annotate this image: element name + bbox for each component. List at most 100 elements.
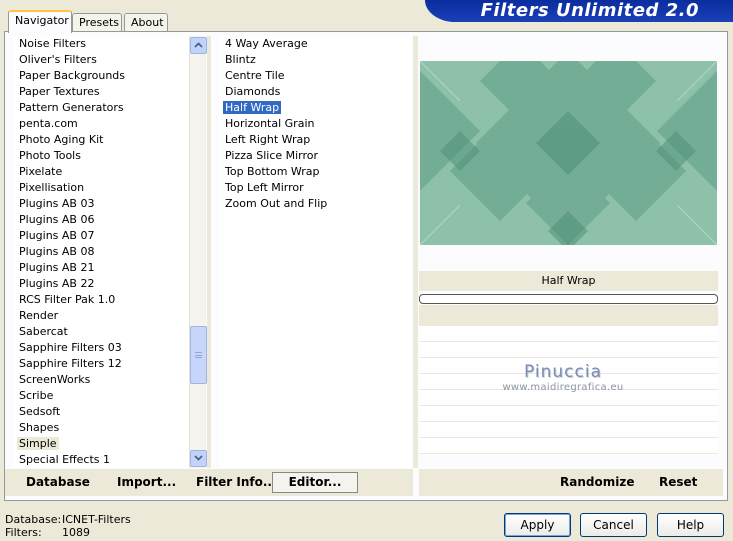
category-scrollbar[interactable] bbox=[189, 36, 207, 468]
list-item[interactable]: Shapes bbox=[13, 420, 189, 436]
list-item-label: Horizontal Grain bbox=[225, 117, 315, 130]
list-item[interactable]: Special Effects 1 bbox=[13, 452, 189, 468]
list-item[interactable]: Photo Aging Kit bbox=[13, 132, 189, 148]
category-list[interactable]: Noise Filters Oliver's Filters Paper Backg… bbox=[13, 36, 189, 468]
list-item-label: 4 Way Average bbox=[225, 37, 308, 50]
list-item[interactable]: Pattern Generators bbox=[13, 100, 189, 116]
filter-list[interactable]: 4 Way Average Blintz Centre Tile Diamonds Ha… bbox=[219, 36, 412, 468]
app-banner: Filters Unlimited 2.0 bbox=[425, 0, 733, 22]
list-item[interactable]: Plugins AB 08 bbox=[13, 244, 189, 260]
list-item-label: penta.com bbox=[19, 117, 78, 130]
parameter-row bbox=[419, 406, 718, 422]
list-item[interactable]: Plugins AB 06 bbox=[13, 212, 189, 228]
list-item-label: Sapphire Filters 03 bbox=[19, 341, 122, 354]
list-item[interactable]: Simple bbox=[13, 436, 189, 452]
list-item-label: Paper Backgrounds bbox=[19, 69, 126, 82]
progress-bar bbox=[419, 294, 718, 304]
list-item-label: Plugins AB 03 bbox=[19, 197, 95, 210]
list-item[interactable]: penta.com bbox=[13, 116, 189, 132]
list-item[interactable]: Render bbox=[13, 308, 189, 324]
list-item-label: Shapes bbox=[19, 421, 60, 434]
list-item[interactable]: Centre Tile bbox=[219, 68, 412, 84]
list-item[interactable]: Pixelate bbox=[13, 164, 189, 180]
reset-button[interactable]: Reset bbox=[659, 475, 697, 489]
preview-toolbar: Randomize Reset bbox=[419, 469, 723, 496]
tab-about[interactable]: About bbox=[124, 13, 168, 32]
list-item[interactable]: Top Left Mirror bbox=[219, 180, 412, 196]
list-item[interactable]: Scribe bbox=[13, 388, 189, 404]
list-item[interactable]: Plugins AB 07 bbox=[13, 228, 189, 244]
list-item-label: Oliver's Filters bbox=[19, 53, 97, 66]
list-item[interactable]: Plugins AB 21 bbox=[13, 260, 189, 276]
database-button[interactable]: Database bbox=[26, 475, 90, 489]
apply-button[interactable]: Apply bbox=[504, 513, 571, 537]
list-item[interactable]: ScreenWorks bbox=[13, 372, 189, 388]
list-item[interactable]: Sapphire Filters 03 bbox=[13, 340, 189, 356]
list-item-label: Centre Tile bbox=[225, 69, 285, 82]
tab-navigator[interactable]: Navigator bbox=[8, 10, 72, 33]
list-item[interactable]: Blintz bbox=[219, 52, 412, 68]
chevron-up-icon bbox=[194, 42, 203, 48]
database-value: ICNET-Filters bbox=[62, 513, 131, 526]
list-item[interactable]: Pixellisation bbox=[13, 180, 189, 196]
list-item-label: ScreenWorks bbox=[19, 373, 91, 386]
watermark-url: www.maidiregrafica.eu bbox=[502, 382, 624, 393]
list-item-label: Top Left Mirror bbox=[225, 181, 304, 194]
database-label: Database: bbox=[5, 513, 62, 526]
list-item-label: Plugins AB 21 bbox=[19, 261, 95, 274]
list-item[interactable]: Noise Filters bbox=[13, 36, 189, 52]
list-item[interactable]: Left Right Wrap bbox=[219, 132, 412, 148]
list-item-label: Blintz bbox=[225, 53, 256, 66]
randomize-button[interactable]: Randomize bbox=[560, 475, 634, 489]
list-item-label: Sapphire Filters 12 bbox=[19, 357, 122, 370]
list-item[interactable]: Sapphire Filters 12 bbox=[13, 356, 189, 372]
filter-info-button[interactable]: Filter Info... bbox=[196, 475, 277, 489]
list-item[interactable]: Plugins AB 03 bbox=[13, 196, 189, 212]
list-item[interactable]: Paper Textures bbox=[13, 84, 189, 100]
selected-filter-name: Half Wrap bbox=[419, 271, 718, 291]
tab-label: Presets bbox=[79, 16, 120, 29]
list-item-label: Plugins AB 08 bbox=[19, 245, 95, 258]
list-item[interactable]: Sabercat bbox=[13, 324, 189, 340]
list-item-label: Render bbox=[19, 309, 59, 322]
cancel-button[interactable]: Cancel bbox=[580, 513, 647, 537]
list-item[interactable]: Diamonds bbox=[219, 84, 412, 100]
list-item[interactable]: 4 Way Average bbox=[219, 36, 412, 52]
scroll-down-button[interactable] bbox=[190, 450, 207, 467]
list-item[interactable]: Horizontal Grain bbox=[219, 116, 412, 132]
list-item[interactable]: Top Bottom Wrap bbox=[219, 164, 412, 180]
list-item[interactable]: RCS Filter Pak 1.0 bbox=[13, 292, 189, 308]
list-item-label: Plugins AB 07 bbox=[19, 229, 95, 242]
watermark-name: Pinuccia bbox=[524, 362, 602, 382]
tab-presets[interactable]: Presets bbox=[72, 13, 122, 32]
list-item-label: Sedsoft bbox=[19, 405, 61, 418]
list-item[interactable]: Photo Tools bbox=[13, 148, 189, 164]
grip-icon bbox=[195, 352, 202, 358]
list-item[interactable]: Pizza Slice Mirror bbox=[219, 148, 412, 164]
editor-button[interactable]: Editor... bbox=[272, 472, 358, 493]
help-button[interactable]: Help bbox=[657, 513, 724, 537]
list-item-label: Scribe bbox=[19, 389, 54, 402]
list-item[interactable]: Plugins AB 22 bbox=[13, 276, 189, 292]
watermark: Pinuccia www.maidiregrafica.eu bbox=[498, 362, 628, 393]
scroll-up-button[interactable] bbox=[190, 37, 207, 54]
list-item[interactable]: Sedsoft bbox=[13, 404, 189, 420]
list-item[interactable]: Zoom Out and Flip bbox=[219, 196, 412, 212]
filters-count-value: 1089 bbox=[62, 526, 90, 539]
filters-count-label: Filters: bbox=[5, 526, 42, 539]
list-item-label: Pixelate bbox=[19, 165, 63, 178]
list-item[interactable]: Half Wrap bbox=[219, 100, 412, 116]
list-item-label: RCS Filter Pak 1.0 bbox=[19, 293, 116, 306]
preview-image bbox=[420, 61, 717, 245]
preview-pattern bbox=[420, 61, 717, 245]
list-item-label: Pizza Slice Mirror bbox=[225, 149, 319, 162]
list-item-label: Photo Aging Kit bbox=[19, 133, 104, 146]
import-button[interactable]: Import... bbox=[117, 475, 176, 489]
list-item[interactable]: Paper Backgrounds bbox=[13, 68, 189, 84]
list-item-label: Half Wrap bbox=[223, 101, 282, 114]
scroll-thumb[interactable] bbox=[190, 326, 207, 384]
list-item[interactable]: Oliver's Filters bbox=[13, 52, 189, 68]
list-item-label: Paper Textures bbox=[19, 85, 100, 98]
panel-divider bbox=[413, 36, 418, 468]
list-item-label: Simple bbox=[17, 437, 59, 450]
